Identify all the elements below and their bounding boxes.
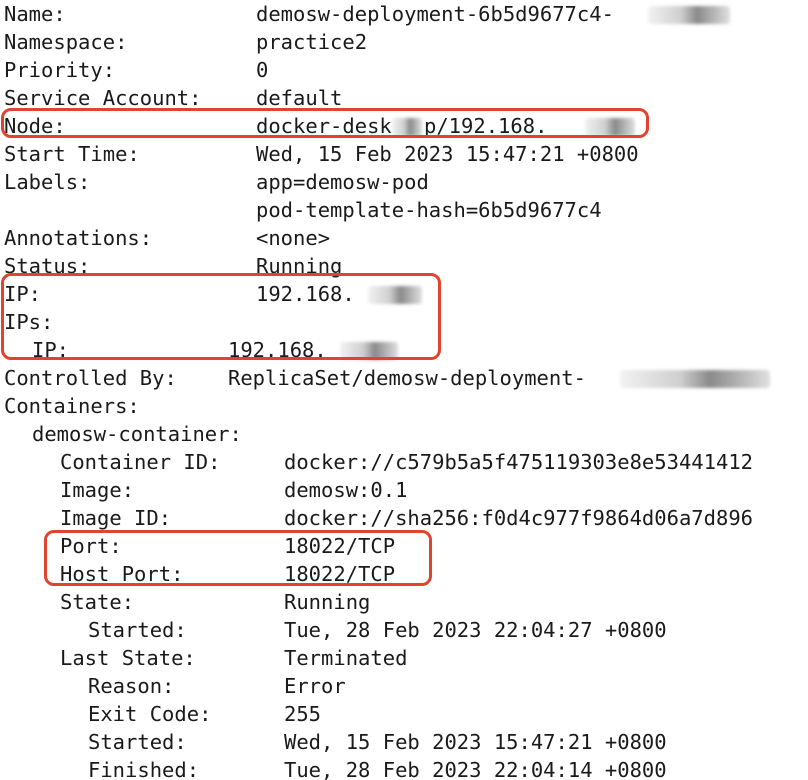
row-finished: Finished: Tue, 28 Feb 2023 22:04:14 +080… [0, 756, 667, 780]
start-time-key: Start Time: [4, 142, 140, 166]
name-value: demosw-deployment-6b5d9677c4- [256, 2, 614, 26]
terminal-output[interactable]: Name: demosw-deployment-6b5d9677c4- Name… [0, 0, 808, 780]
redacted-blur [368, 286, 422, 304]
container-name: demosw-container: [32, 422, 242, 446]
host-port-key: Host Port: [60, 562, 184, 586]
last-state-key: Last State: [60, 646, 196, 670]
status-value: Running [256, 254, 343, 278]
label-value: pod-template-hash=6b5d9677c4 [256, 198, 602, 222]
node-key: Node: [4, 114, 66, 138]
ips-ip-key: IP: [32, 338, 70, 362]
host-port-value: 18022/TCP [284, 562, 396, 586]
row-ips-ip: IP: 192.168. [0, 336, 398, 364]
controlled-by-value: ReplicaSet/demosw-deployment- [228, 366, 586, 390]
row-state-started: Started: Tue, 28 Feb 2023 22:04:27 +0800 [0, 616, 667, 644]
exit-code-value: 255 [284, 702, 322, 726]
status-key: Status: [4, 254, 91, 278]
ips-ip-value: 192.168. [228, 338, 327, 362]
container-id-key: Container ID: [60, 450, 221, 474]
row-name: Name: demosw-deployment-6b5d9677c4- [0, 0, 730, 28]
row-priority: Priority: 0 [0, 56, 268, 84]
exit-code-key: Exit Code: [88, 702, 212, 726]
container-id-value: docker://c579b5a5f475119303e8e53441412 [284, 450, 753, 474]
row-controlled-by: Controlled By: ReplicaSet/demosw-deploym… [0, 364, 770, 392]
start-time-value: Wed, 15 Feb 2023 15:47:21 +0800 [256, 142, 639, 166]
row-service-account: Service Account: default [0, 84, 342, 112]
service-account-value: default [256, 86, 343, 110]
row-image-id: Image ID: docker://sha256:f0d4c977f9864d… [0, 504, 753, 532]
row-reason: Reason: Error [0, 672, 346, 700]
annotations-key: Annotations: [4, 226, 153, 250]
image-key: Image: [60, 478, 135, 502]
last-state-value: Terminated [284, 646, 408, 670]
ips-key: IPs: [4, 310, 54, 334]
redacted-blur [340, 342, 398, 360]
row-labels-continued: pod-template-hash=6b5d9677c4 [0, 196, 602, 224]
redacted-blur [585, 118, 635, 136]
annotations-value: <none> [256, 226, 331, 250]
row-labels: Labels: app=demosw-pod [0, 168, 429, 196]
namespace-value: practice2 [256, 30, 368, 54]
row-namespace: Namespace: practice2 [0, 28, 367, 56]
state-started-value: Tue, 28 Feb 2023 22:04:27 +0800 [284, 618, 667, 642]
redacted-blur [620, 370, 770, 388]
row-annotations: Annotations: <none> [0, 224, 330, 252]
label-value: app=demosw-pod [256, 170, 429, 194]
redacted-blur [392, 118, 422, 136]
state-key: State: [60, 590, 135, 614]
row-state: State: Running [0, 588, 370, 616]
port-key: Port: [60, 534, 122, 558]
last-started-key: Started: [88, 730, 187, 754]
ip-value: 192.168. [256, 282, 355, 306]
finished-key: Finished: [88, 758, 200, 780]
state-started-key: Started: [88, 618, 187, 642]
containers-key: Containers: [4, 394, 140, 418]
priority-value: 0 [256, 58, 269, 82]
row-container-id: Container ID: docker://c579b5a5f47511930… [0, 448, 753, 476]
image-id-key: Image ID: [60, 506, 172, 530]
row-exit-code: Exit Code: 255 [0, 700, 321, 728]
row-image: Image: demosw:0.1 [0, 476, 407, 504]
row-port: Port: 18022/TCP [0, 532, 395, 560]
row-node: Node: docker-desk p/192.168. [0, 112, 635, 140]
reason-value: Error [284, 674, 346, 698]
node-value-tail: p/192.168. [424, 114, 548, 138]
port-value: 18022/TCP [284, 534, 396, 558]
row-status: Status: Running [0, 252, 342, 280]
service-account-key: Service Account: [4, 86, 202, 110]
state-value: Running [284, 590, 371, 614]
row-containers: Containers: [0, 392, 140, 420]
finished-value: Tue, 28 Feb 2023 22:04:14 +0800 [284, 758, 667, 780]
row-ips: IPs: [0, 308, 53, 336]
last-started-value: Wed, 15 Feb 2023 15:47:21 +0800 [284, 730, 667, 754]
row-ip: IP: 192.168. [0, 280, 422, 308]
image-value: demosw:0.1 [284, 478, 408, 502]
node-value: docker-desk [256, 114, 392, 138]
name-key: Name: [4, 2, 66, 26]
row-host-port: Host Port: 18022/TCP [0, 560, 395, 588]
controlled-by-key: Controlled By: [4, 366, 177, 390]
row-last-started: Started: Wed, 15 Feb 2023 15:47:21 +0800 [0, 728, 667, 756]
row-start-time: Start Time: Wed, 15 Feb 2023 15:47:21 +0… [0, 140, 639, 168]
ip-key: IP: [4, 282, 42, 306]
redacted-blur [648, 6, 730, 24]
reason-key: Reason: [88, 674, 175, 698]
priority-key: Priority: [4, 58, 116, 82]
namespace-key: Namespace: [4, 30, 128, 54]
image-id-value: docker://sha256:f0d4c977f9864d06a7d896 [284, 506, 753, 530]
labels-key: Labels: [4, 170, 91, 194]
row-last-state: Last State: Terminated [0, 644, 407, 672]
row-container-name: demosw-container: [0, 420, 242, 448]
